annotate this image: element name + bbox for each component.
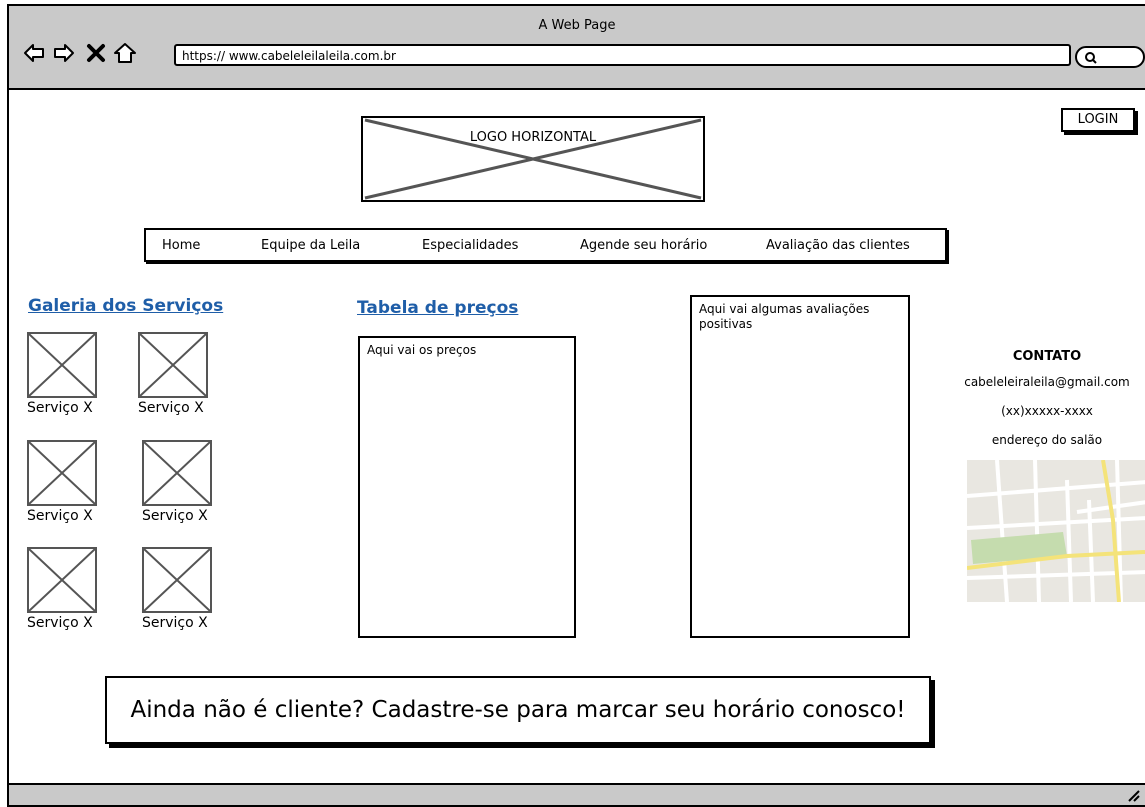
login-button[interactable]: LOGIN (1061, 108, 1135, 132)
gallery-heading[interactable]: Galeria dos Serviços (28, 296, 223, 316)
service-label: Serviço X (27, 508, 93, 524)
service-image-placeholder[interactable] (142, 440, 212, 506)
nav-item-especialidades[interactable]: Especialidades (422, 238, 518, 253)
contact-phone: (xx)xxxxx-xxxx (1001, 404, 1093, 418)
contact-address: endereço do salão (991, 433, 1103, 447)
service-image-placeholder[interactable] (142, 547, 212, 613)
service-image-placeholder[interactable] (27, 547, 97, 613)
location-map[interactable] (966, 459, 1145, 603)
contact-email[interactable]: cabeleleiraleila@gmail.com (947, 375, 1145, 389)
service-image-placeholder[interactable] (138, 332, 208, 398)
main-nav: Home Equipe da Leila Especialidades Agen… (144, 228, 947, 262)
logo-text: LOGO HORIZONTAL (469, 130, 597, 145)
service-label: Serviço X (27, 400, 93, 416)
prices-heading[interactable]: Tabela de preços (357, 298, 518, 318)
resize-grip-icon[interactable] (1125, 787, 1141, 807)
nav-item-avaliacao[interactable]: Avaliação das clientes (766, 238, 910, 253)
service-image-placeholder[interactable] (27, 332, 97, 398)
search-icon (1083, 50, 1099, 70)
service-label: Serviço X (142, 615, 208, 631)
browser-window: A Web Page https:// www.cabeleleilaleila… (7, 4, 1145, 807)
contact-title: CONTATO (1012, 349, 1082, 364)
service-label: Serviço X (27, 615, 93, 631)
nav-item-agende[interactable]: Agende seu horário (580, 238, 707, 253)
prices-panel: Aqui vai os preços (358, 336, 576, 638)
home-icon[interactable] (113, 42, 136, 64)
signup-cta-banner[interactable]: Ainda não é cliente? Cadastre-se para ma… (105, 676, 931, 744)
forward-arrow-icon[interactable] (53, 42, 75, 64)
window-title: A Web Page (538, 18, 616, 33)
nav-item-home[interactable]: Home (162, 238, 200, 253)
browser-status-bar (9, 783, 1145, 805)
url-bar[interactable]: https:// www.cabeleleilaleila.com.br (174, 44, 1071, 66)
logo-placeholder: LOGO HORIZONTAL (361, 116, 705, 202)
close-icon[interactable] (85, 42, 107, 64)
back-arrow-icon[interactable] (23, 42, 45, 64)
browser-chrome: A Web Page https:// www.cabeleleilaleila… (9, 6, 1145, 90)
browser-search[interactable] (1075, 46, 1145, 68)
service-image-placeholder[interactable] (27, 440, 97, 506)
service-label: Serviço X (138, 400, 204, 416)
nav-item-equipe[interactable]: Equipe da Leila (261, 238, 360, 253)
reviews-panel: Aqui vai algumas avaliações positivas (690, 295, 910, 638)
service-label: Serviço X (142, 508, 208, 524)
